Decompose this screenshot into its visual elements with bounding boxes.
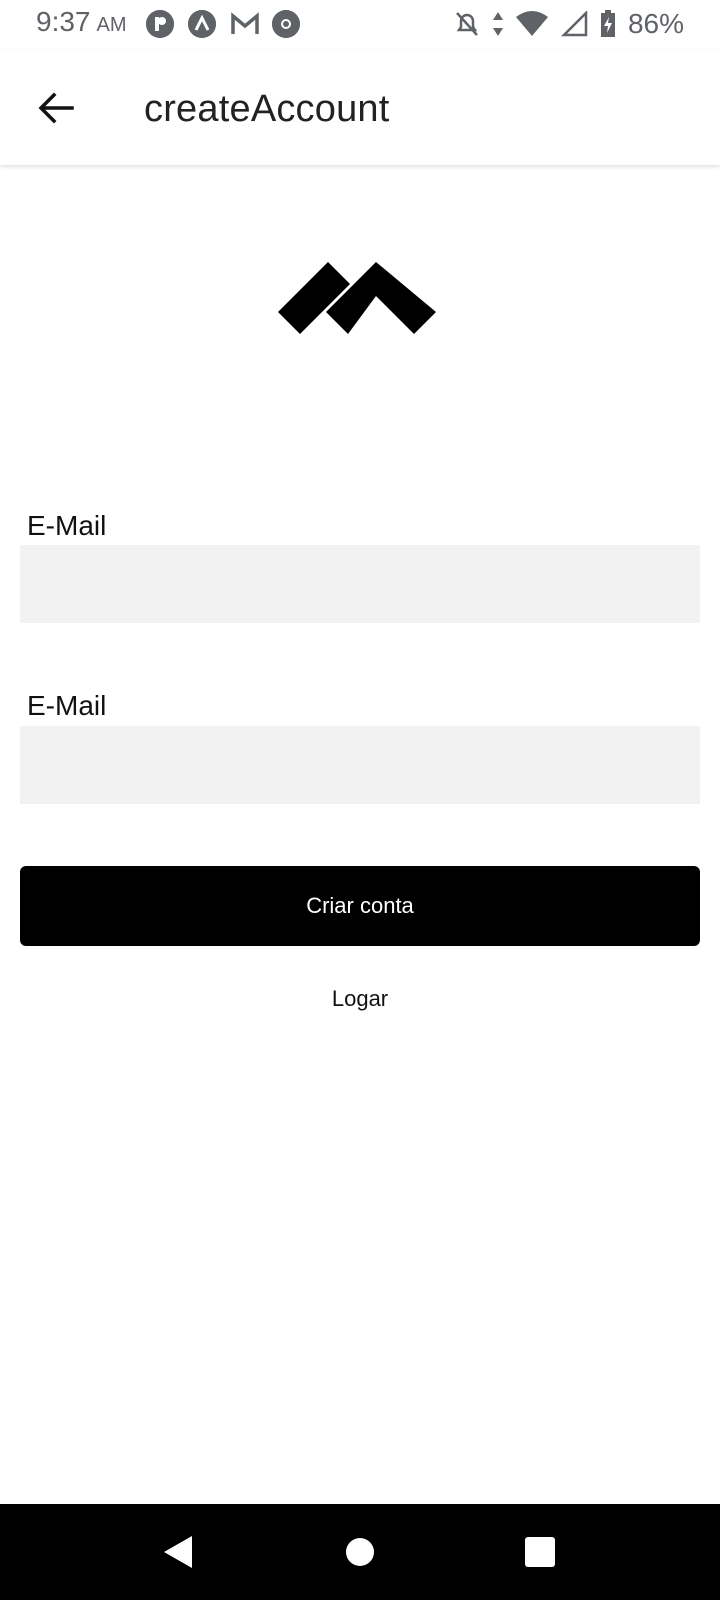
notification-icons: [146, 10, 300, 38]
data-arrows-icon: [492, 12, 503, 36]
cell-signal-icon: [560, 11, 588, 37]
status-time: 9:37 AM: [36, 6, 127, 38]
app-r-icon: [146, 10, 174, 38]
nav-home-button[interactable]: [338, 1530, 382, 1574]
system-nav-bar: [0, 1504, 720, 1600]
login-link[interactable]: Logar: [0, 986, 720, 1012]
gmail-icon: [230, 10, 259, 38]
status-right: 86%: [454, 8, 684, 40]
status-time-value: 9:37: [36, 6, 91, 37]
email-field-1[interactable]: [20, 545, 700, 623]
arrow-left-icon: [38, 92, 74, 124]
page-title: createAccount: [144, 88, 390, 130]
status-bar: 9:37 AM 86%: [0, 0, 720, 50]
wifi-icon: [515, 11, 548, 36]
nav-back-button[interactable]: [158, 1530, 202, 1574]
battery-percent: 86%: [627, 8, 684, 39]
recents-icon: [525, 1537, 555, 1567]
email-label-2: E-Mail: [27, 690, 107, 721]
chrome-icon: [272, 10, 300, 38]
nav-recents-button[interactable]: [518, 1530, 562, 1574]
app-a-icon: [188, 10, 216, 38]
notifications-off-icon: [456, 12, 478, 36]
back-button[interactable]: [32, 84, 80, 132]
brand-logo: [278, 262, 442, 342]
nav-back-icon: [164, 1536, 192, 1568]
battery-icon: [600, 10, 615, 37]
email-field-2[interactable]: [20, 726, 700, 804]
status-time-ampm: AM: [96, 14, 127, 36]
app-bar: createAccount: [0, 50, 720, 165]
home-icon: [346, 1538, 374, 1566]
create-account-button[interactable]: Criar conta: [20, 866, 700, 946]
email-label-1: E-Mail: [27, 510, 107, 541]
